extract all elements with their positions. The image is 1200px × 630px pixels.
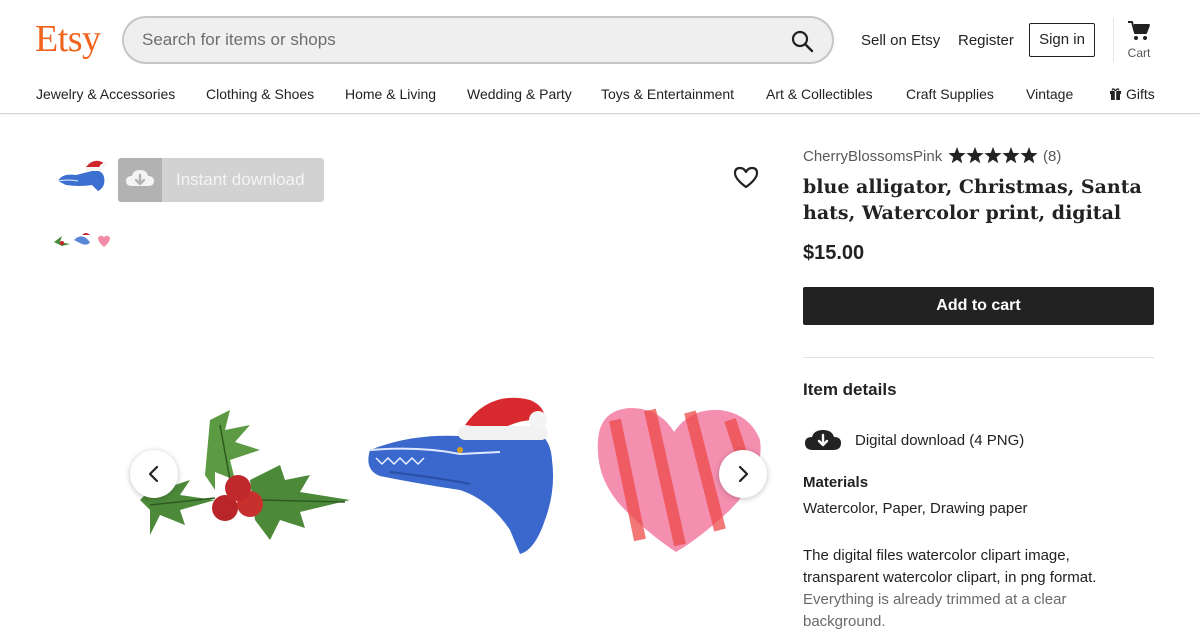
search-bar: [122, 16, 834, 64]
category-gifts[interactable]: Gifts: [1109, 86, 1155, 102]
listing-price: $15.00: [803, 242, 865, 264]
chevron-left-icon: [148, 465, 159, 483]
category-craft-supplies[interactable]: Craft Supplies: [906, 86, 994, 102]
cloud-download-icon: [118, 158, 162, 202]
category-clothing[interactable]: Clothing & Shoes: [206, 86, 314, 102]
category-wedding[interactable]: Wedding & Party: [467, 86, 572, 102]
star-icon: [948, 147, 966, 164]
search-input[interactable]: [142, 18, 742, 62]
next-image-button[interactable]: [719, 450, 767, 498]
etsy-logo[interactable]: Etsy: [35, 17, 101, 61]
sign-in-button[interactable]: Sign in: [1029, 23, 1095, 57]
review-count[interactable]: (8): [1043, 148, 1061, 165]
star-icon: [1020, 147, 1038, 164]
star-icon: [966, 147, 984, 164]
previous-image-button[interactable]: [130, 450, 178, 498]
five-stars-icon: [948, 147, 1038, 164]
materials-heading: Materials: [803, 474, 869, 491]
thumbnail-set[interactable]: [52, 218, 112, 264]
listing-title: blue alligator, Christmas, Santa hats, W…: [803, 176, 1142, 224]
description-faded-text: Everything is already trimmed at a clear…: [803, 591, 1067, 630]
category-home-living[interactable]: Home & Living: [345, 86, 436, 102]
listing-description: The digital files watercolor clipart ima…: [803, 545, 1143, 630]
description-text: The digital files watercolor clipart ima…: [803, 547, 1097, 586]
cart-button[interactable]: Cart: [1120, 20, 1158, 66]
star-icon: [984, 147, 1002, 164]
thumbnail-alligator[interactable]: [52, 155, 112, 201]
cart-icon: [1128, 21, 1150, 40]
search-icon[interactable]: [790, 29, 814, 53]
chevron-right-icon: [738, 465, 749, 483]
item-details-heading: Item details: [803, 380, 897, 399]
shop-name-link[interactable]: CherryBlossomsPink: [803, 148, 942, 165]
category-art[interactable]: Art & Collectibles: [766, 86, 873, 102]
category-gifts-label: Gifts: [1126, 86, 1155, 102]
star-rating[interactable]: [948, 146, 1038, 166]
sell-on-etsy-link[interactable]: Sell on Etsy: [861, 32, 940, 49]
thumbnail-set-image: [54, 233, 110, 247]
add-to-cart-button[interactable]: Add to cart: [803, 287, 1154, 325]
site-header: Etsy Sell on Etsy Register Sign in Cart: [0, 0, 1200, 82]
section-divider: [803, 357, 1154, 358]
cart-label: Cart: [1127, 46, 1151, 60]
category-nav: Jewelry & Accessories Clothing & Shoes H…: [0, 82, 1200, 114]
favorite-heart-icon[interactable]: [732, 164, 760, 190]
instant-download-badge: Instant download: [118, 158, 324, 202]
thumbnail-alligator-image: [57, 160, 108, 191]
digital-download-info: Digital download (4 PNG): [855, 432, 1025, 449]
alligator-illustration: [368, 397, 554, 554]
materials-value: Watercolor, Paper, Drawing paper: [803, 500, 1028, 517]
category-vintage[interactable]: Vintage: [1026, 86, 1073, 102]
main-product-image: [120, 380, 770, 570]
star-icon: [1002, 147, 1020, 164]
register-link[interactable]: Register: [958, 32, 1014, 49]
category-toys[interactable]: Toys & Entertainment: [601, 86, 734, 102]
gift-icon: [1110, 88, 1121, 100]
instant-download-label: Instant download: [176, 170, 305, 189]
digital-download-icon: [803, 428, 843, 457]
category-jewelry[interactable]: Jewelry & Accessories: [36, 86, 175, 102]
header-divider: [1113, 18, 1114, 62]
